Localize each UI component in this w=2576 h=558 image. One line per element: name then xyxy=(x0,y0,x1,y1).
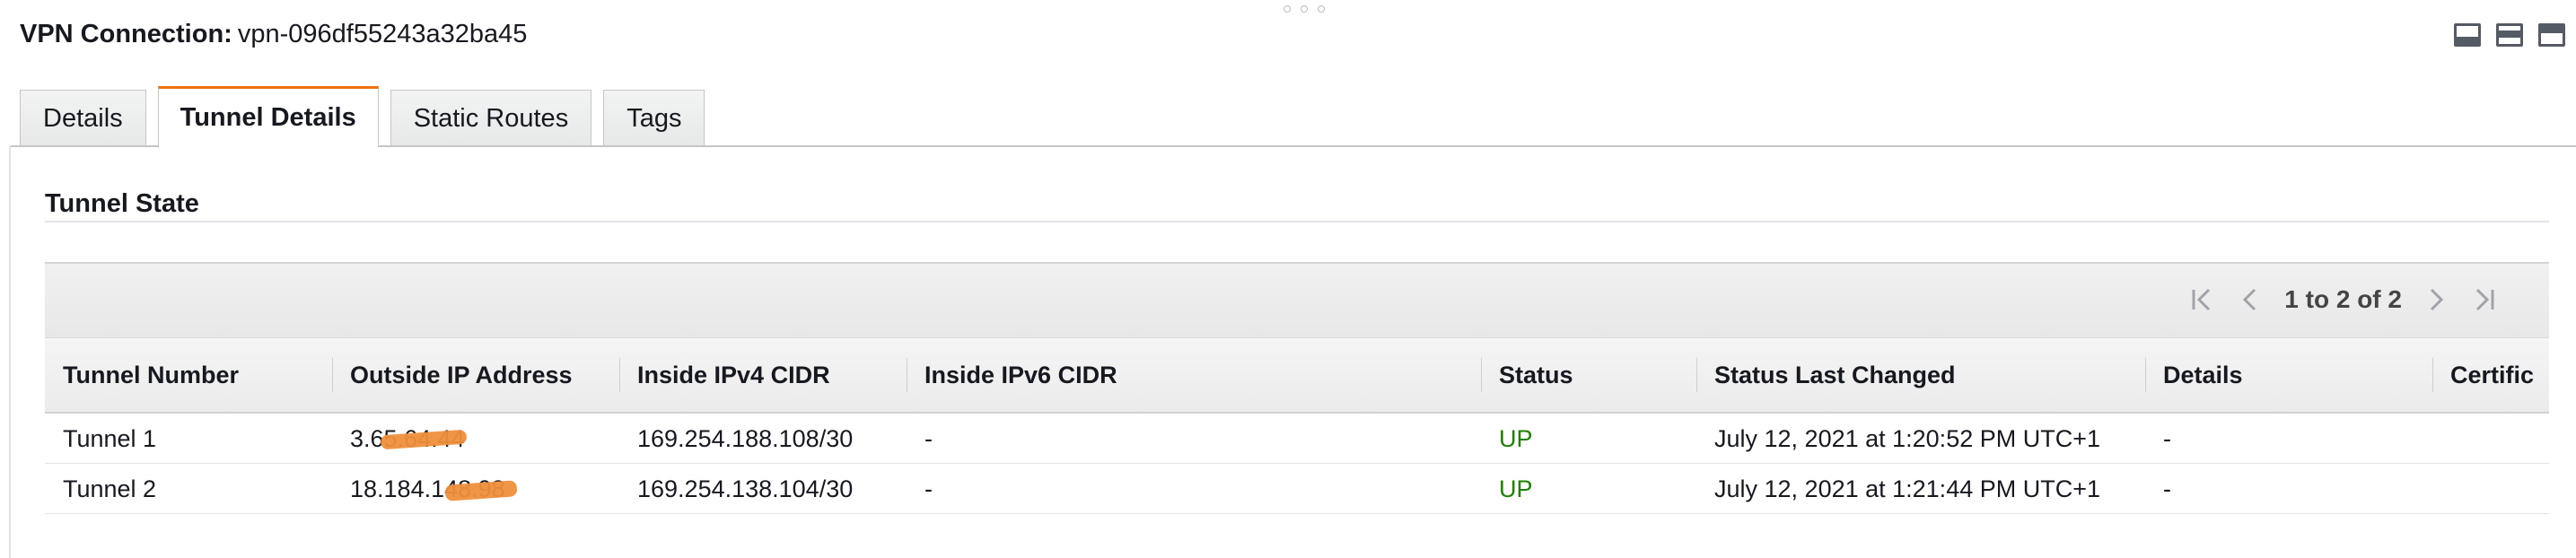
status-last-changed-cell: July 12, 2021 at 1:21:44 PM UTC+1 xyxy=(1714,475,2100,502)
column-header-inside-ipv4[interactable]: Inside IPv4 CIDR xyxy=(619,338,907,412)
prev-page-icon[interactable] xyxy=(2241,287,2257,312)
panel-resize-handle[interactable] xyxy=(1284,5,1325,13)
inside-ipv6-cell: - xyxy=(924,475,933,502)
status-last-changed-cell: July 12, 2021 at 1:20:52 PM UTC+1 xyxy=(1714,425,2100,452)
tab-tags[interactable]: Tags xyxy=(603,90,705,147)
details-cell: - xyxy=(2163,475,2171,502)
dock-top-icon[interactable] xyxy=(2538,23,2565,47)
handle-dot xyxy=(1318,5,1325,13)
tab-details[interactable]: Details xyxy=(20,90,146,147)
handle-dot xyxy=(1284,5,1291,13)
outside-ip-cell: 18.184.148.98 xyxy=(332,464,619,513)
section-divider xyxy=(45,221,2549,222)
tunnel-number-cell: Tunnel 1 xyxy=(63,425,157,452)
page-range-text: 1 to 2 of 2 xyxy=(2284,285,2402,313)
outside-ip-cell: 3.65.64.44 xyxy=(332,414,619,463)
tab-static-routes[interactable]: Static Routes xyxy=(390,90,592,147)
column-header-status-last-changed[interactable]: Status Last Changed xyxy=(1696,338,2145,412)
redacted-ip: 18.184.148.98 xyxy=(350,475,518,503)
column-header-certificate[interactable]: Certific xyxy=(2432,338,2549,412)
panel-layout-controls xyxy=(2454,23,2565,47)
dock-middle-icon[interactable] xyxy=(2496,23,2523,47)
dock-bottom-icon[interactable] xyxy=(2454,23,2481,47)
section-title: Tunnel State xyxy=(45,189,199,218)
inside-ipv4-cell: 169.254.188.108/30 xyxy=(637,425,854,452)
column-header-inside-ipv6[interactable]: Inside IPv6 CIDR xyxy=(907,338,1481,412)
tunnel-state-table: 1 to 2 of 2 Tunnel Number Outside IP Add… xyxy=(45,262,2549,514)
table-row[interactable]: Tunnel 1 3.65.64.44 169.254.188.108/30 -… xyxy=(45,414,2549,464)
panel-border xyxy=(9,145,11,558)
inside-ipv6-cell: - xyxy=(924,425,933,452)
column-header-outside-ip[interactable]: Outside IP Address xyxy=(332,338,619,412)
pagination: 1 to 2 of 2 xyxy=(2191,285,2495,314)
handle-dot xyxy=(1301,5,1308,13)
certificate-cell xyxy=(2432,414,2549,463)
tab-bar: Details Tunnel Details Static Routes Tag… xyxy=(20,86,705,149)
last-page-icon[interactable] xyxy=(2472,287,2495,312)
inside-ipv4-cell: 169.254.138.104/30 xyxy=(637,475,854,502)
tunnel-number-cell: Tunnel 2 xyxy=(63,475,157,502)
table-header: Tunnel Number Outside IP Address Inside … xyxy=(45,337,2549,414)
status-cell: UP xyxy=(1499,475,1533,502)
column-header-details[interactable]: Details xyxy=(2145,338,2432,412)
column-header-tunnel-number[interactable]: Tunnel Number xyxy=(45,338,332,412)
page-title: VPN Connection: vpn-096df55243a32ba45 xyxy=(20,20,527,49)
title-label: VPN Connection: xyxy=(20,20,232,48)
vpn-connection-id: vpn-096df55243a32ba45 xyxy=(237,20,528,48)
first-page-icon[interactable] xyxy=(2191,287,2214,312)
table-row[interactable]: Tunnel 2 18.184.148.98 169.254.138.104/3… xyxy=(45,464,2549,514)
column-header-status[interactable]: Status xyxy=(1481,338,1696,412)
tab-divider xyxy=(9,145,2576,147)
certificate-cell xyxy=(2432,464,2549,513)
next-page-icon[interactable] xyxy=(2429,287,2445,312)
table-toolbar: 1 to 2 of 2 xyxy=(45,262,2549,337)
details-cell: - xyxy=(2163,425,2171,452)
status-cell: UP xyxy=(1499,425,1533,452)
redacted-ip: 3.65.64.44 xyxy=(350,425,468,453)
tab-tunnel-details[interactable]: Tunnel Details xyxy=(157,86,379,149)
